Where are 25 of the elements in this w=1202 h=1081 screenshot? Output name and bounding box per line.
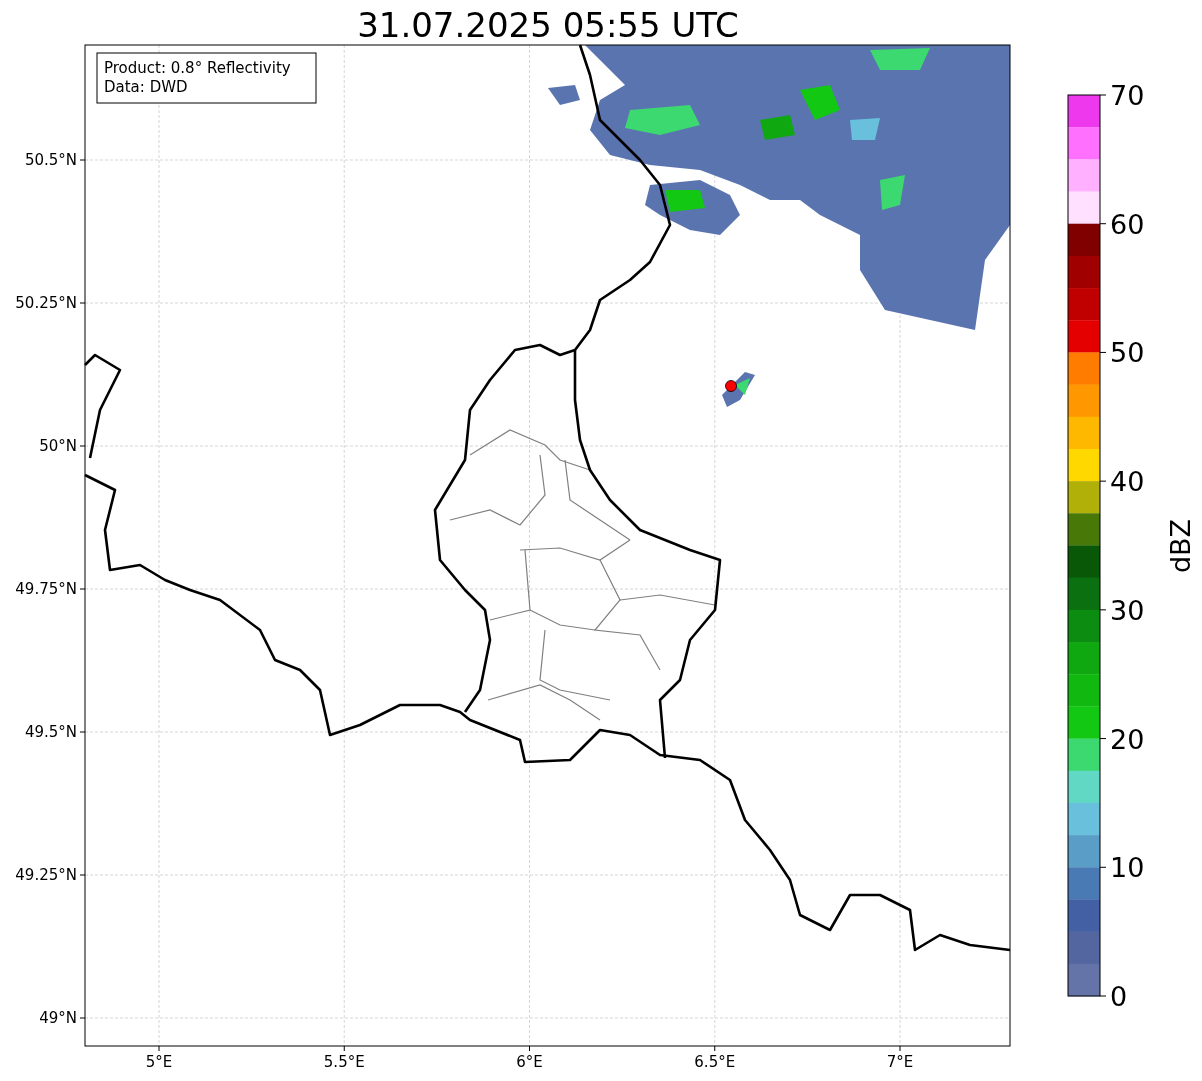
latitude-label: 49.5°N [24, 723, 77, 741]
radar-site-marker [725, 380, 737, 392]
plot-title: 31.07.2025 05:55 UTC [357, 5, 739, 45]
colorbar-tick-label: 10 [1110, 852, 1145, 884]
longitude-label: 5°E [145, 1053, 173, 1071]
latitude-label: 49°N [39, 1009, 77, 1027]
longitude-label: 5.5°E [323, 1053, 365, 1071]
colorbar-tick-label: 30 [1110, 594, 1145, 626]
colorbar-tick-label: 0 [1110, 981, 1128, 1012]
colorbar-tick-label: 70 [1110, 80, 1145, 111]
colorbar-tick-label: 40 [1110, 466, 1145, 498]
colorbar-tick-label: 20 [1110, 723, 1145, 755]
latitude-label: 49.75°N [15, 580, 77, 598]
colorbar-tick-label: 60 [1110, 208, 1145, 240]
colorbar-label: dBZ [1165, 518, 1196, 574]
latitude-label: 50.5°N [24, 151, 77, 169]
latitude-label: 49.25°N [15, 866, 77, 884]
longitude-label: 6.5°E [694, 1053, 736, 1071]
colorbar-tick-label: 50 [1110, 337, 1145, 369]
info-text: Product: 0.8° Reflectivity [104, 59, 291, 77]
latitude-label: 50.25°N [15, 294, 77, 312]
longitude-label: 7°E [886, 1053, 914, 1071]
longitude-label: 6°E [516, 1053, 543, 1071]
latitude-label: 50°N [39, 437, 77, 455]
info-text: Data: DWD [104, 78, 188, 96]
